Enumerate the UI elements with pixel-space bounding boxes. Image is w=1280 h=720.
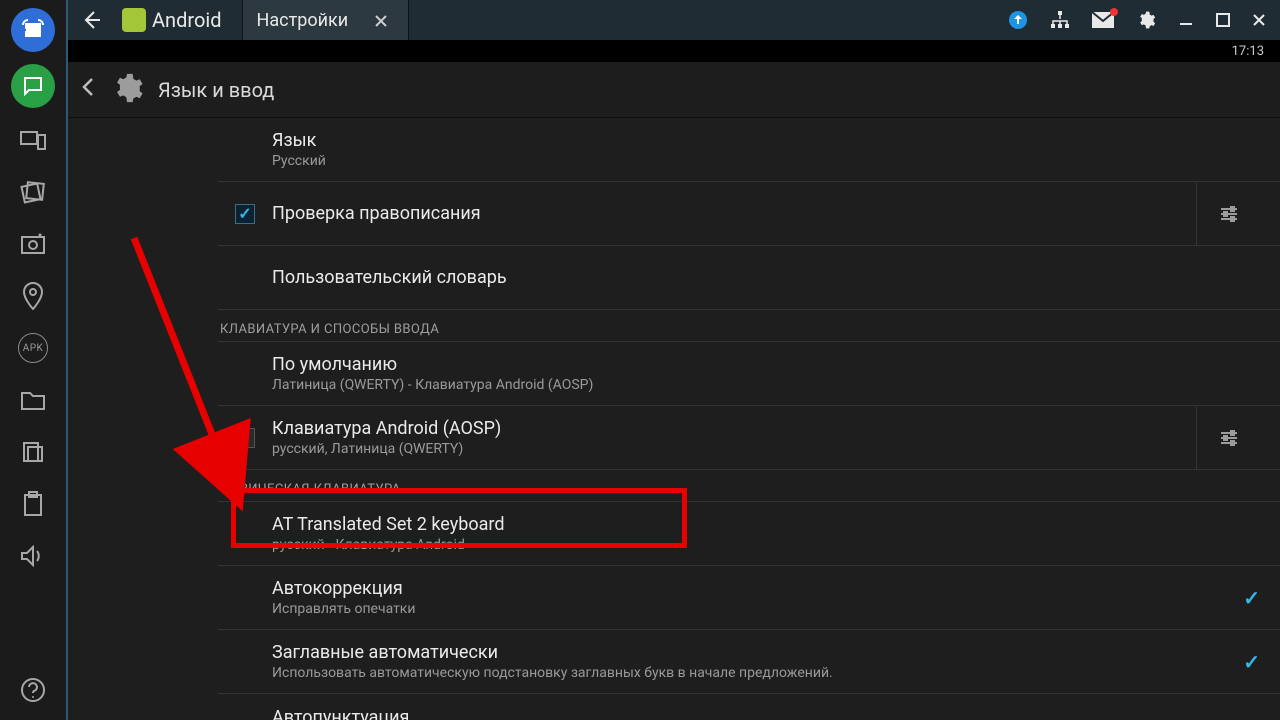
dock-copy-icon[interactable] bbox=[11, 432, 55, 472]
default-title: По умолчанию bbox=[272, 354, 1260, 375]
section-keyboards: КЛАВИАТУРА И СПОСОБЫ ВВОДА bbox=[218, 310, 1280, 342]
maximize-icon[interactable] bbox=[1216, 13, 1230, 27]
upload-icon[interactable] bbox=[1008, 10, 1028, 30]
titlebar: Android Настройки bbox=[68, 0, 1280, 40]
tab-settings[interactable]: Настройки bbox=[243, 0, 410, 40]
tab-settings-label: Настройки bbox=[257, 10, 349, 31]
row-autocap[interactable]: Заглавные автоматически Использовать авт… bbox=[218, 630, 1280, 694]
spellcheck-settings-icon[interactable] bbox=[1196, 182, 1260, 245]
spellcheck-checkbox[interactable]: ✓ bbox=[235, 204, 255, 224]
actionbar: Язык и ввод bbox=[68, 62, 1280, 118]
dock-folder-icon[interactable] bbox=[11, 380, 55, 420]
back-button[interactable] bbox=[76, 4, 108, 36]
autocap-check-icon[interactable]: ✓ bbox=[1243, 650, 1260, 674]
system-icons bbox=[1008, 10, 1272, 30]
android-statusbar: 17:13 bbox=[68, 40, 1280, 62]
tab-android-label: Android bbox=[152, 8, 222, 32]
autocap-title: Заглавные автоматически bbox=[272, 642, 1243, 663]
userdict-title: Пользовательский словарь bbox=[272, 267, 1260, 288]
aosp-settings-icon[interactable] bbox=[1196, 406, 1260, 469]
status-time: 17:13 bbox=[1232, 44, 1264, 59]
row-physical-keyboard[interactable]: AT Translated Set 2 keyboard русский - К… bbox=[218, 502, 1280, 566]
actionbar-gear-icon bbox=[110, 71, 144, 109]
physical-title: AT Translated Set 2 keyboard bbox=[272, 514, 1260, 535]
dock-volume-icon[interactable] bbox=[11, 536, 55, 576]
minimize-icon[interactable] bbox=[1178, 12, 1194, 28]
autopunct-title: Автопунктуация bbox=[272, 707, 1243, 720]
aosp-sub: русский, Латиница (QWERTY) bbox=[272, 441, 1196, 457]
left-dock: APK bbox=[0, 0, 68, 720]
section-physical: ФИЗИЧЕСКАЯ КЛАВИАТУРА bbox=[218, 470, 1280, 502]
dock-location-icon[interactable] bbox=[11, 276, 55, 316]
autopunct-check-icon[interactable]: ✓ bbox=[1243, 714, 1260, 720]
mail-icon[interactable] bbox=[1092, 12, 1114, 28]
row-userdict[interactable]: Пользовательский словарь bbox=[218, 246, 1280, 310]
default-sub: Латиница (QWERTY) - Клавиатура Android (… bbox=[272, 377, 1260, 393]
settings-content: Язык Русский ✓ Проверка правописания Пол… bbox=[68, 118, 1280, 720]
aosp-checkbox[interactable]: ✓ bbox=[235, 428, 255, 448]
row-default[interactable]: По умолчанию Латиница (QWERTY) - Клавиат… bbox=[218, 342, 1280, 406]
close-icon[interactable] bbox=[1252, 13, 1266, 27]
autocorrect-sub: Исправлять опечатки bbox=[272, 601, 1243, 617]
aosp-title: Клавиатура Android (AOSP) bbox=[272, 418, 1196, 439]
network-icon[interactable] bbox=[1050, 10, 1070, 30]
android-icon bbox=[122, 8, 146, 32]
language-title: Язык bbox=[272, 130, 1260, 151]
tab-android[interactable]: Android bbox=[108, 0, 243, 40]
dock-chat-icon[interactable] bbox=[11, 64, 55, 108]
spellcheck-title: Проверка правописания bbox=[272, 203, 1196, 224]
tabstrip: Android Настройки bbox=[108, 0, 409, 40]
actionbar-back-icon[interactable] bbox=[82, 77, 96, 102]
dock-cards-icon[interactable] bbox=[11, 172, 55, 212]
autocap-sub: Использовать автоматическую подстановку … bbox=[272, 665, 1243, 681]
language-sub: Русский bbox=[272, 153, 1260, 169]
row-aosp[interactable]: ✓ Клавиатура Android (AOSP) русский, Лат… bbox=[218, 406, 1280, 470]
actionbar-title: Язык и ввод bbox=[158, 78, 274, 102]
row-autopunct[interactable]: Автопунктуация Нажмите дважды клавишу "П… bbox=[218, 694, 1280, 720]
dock-videocall-icon[interactable] bbox=[11, 8, 55, 52]
physical-sub: русский - Клавиатура Android bbox=[272, 537, 1260, 553]
dock-devices-icon[interactable] bbox=[11, 120, 55, 160]
gear-icon[interactable] bbox=[1136, 10, 1156, 30]
tab-close-icon[interactable] bbox=[374, 13, 388, 27]
autocorrect-check-icon[interactable]: ✓ bbox=[1243, 586, 1260, 610]
dock-apk-icon[interactable]: APK bbox=[11, 328, 55, 368]
row-language[interactable]: Язык Русский bbox=[218, 118, 1280, 182]
autocorrect-title: Автокоррекция bbox=[272, 578, 1243, 599]
dock-clipboard-icon[interactable] bbox=[11, 484, 55, 524]
row-spellcheck[interactable]: ✓ Проверка правописания bbox=[218, 182, 1280, 246]
dock-camera-icon[interactable] bbox=[11, 224, 55, 264]
row-autocorrect[interactable]: Автокоррекция Исправлять опечатки ✓ bbox=[218, 566, 1280, 630]
dock-help-icon[interactable] bbox=[11, 670, 55, 710]
